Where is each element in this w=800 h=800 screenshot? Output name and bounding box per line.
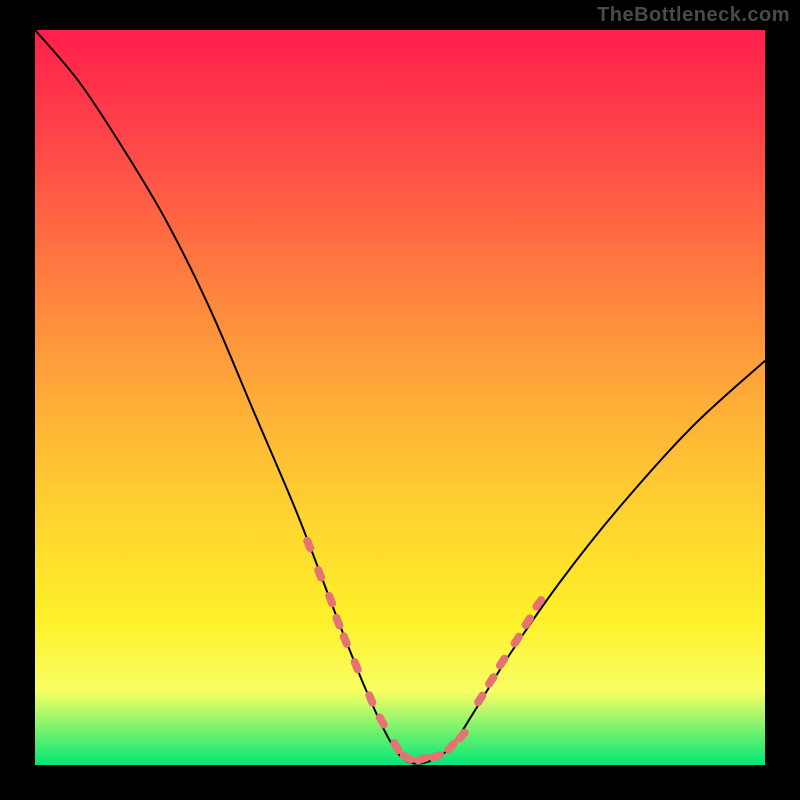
- data-marker: [302, 536, 315, 554]
- data-marker: [331, 613, 344, 631]
- data-marker: [313, 565, 326, 583]
- curve-svg: [35, 30, 765, 765]
- data-marker: [413, 753, 431, 765]
- plot-area: [35, 30, 765, 765]
- data-marker: [339, 631, 352, 649]
- bottleneck-curve: [35, 30, 765, 764]
- data-marker: [364, 690, 378, 708]
- data-marker: [509, 631, 525, 649]
- watermark-text: TheBottleneck.com: [597, 4, 790, 27]
- data-marker: [520, 613, 536, 631]
- chart-frame: TheBottleneck.com: [0, 0, 800, 800]
- data-marker: [428, 750, 446, 763]
- marker-group: [302, 536, 547, 765]
- data-marker: [349, 657, 363, 675]
- data-marker: [324, 591, 337, 609]
